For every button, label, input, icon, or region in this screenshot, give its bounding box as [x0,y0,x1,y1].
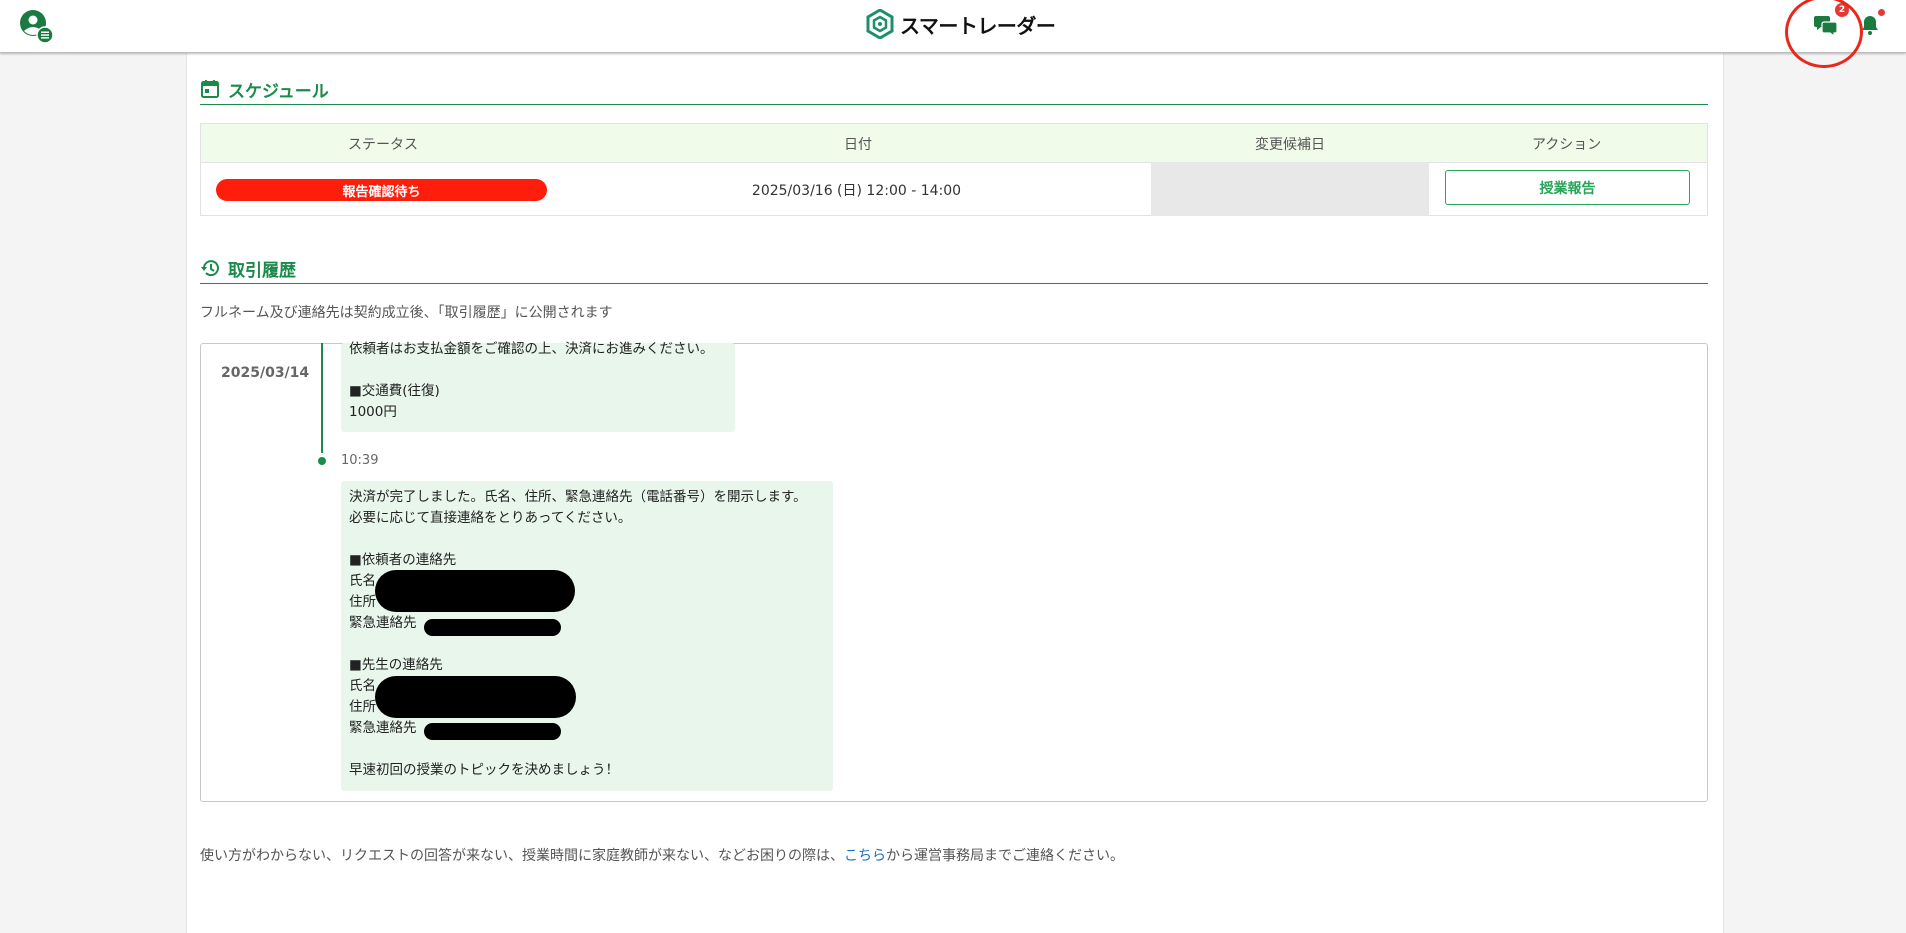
column-header-action: アクション [1532,137,1602,153]
message-line [349,634,825,655]
message-bubble: 決済が完了しました。氏名、住所、緊急連絡先（電話番号）を開示します。 必要に応じ… [341,481,833,791]
history-icon [201,260,219,277]
message-line: 緊急連絡先 [349,615,417,631]
message-line: 早速初回の授業のトピックを決めましょう！ [349,762,619,778]
history-section-header: 取引履歴 [200,253,1708,284]
help-text-prefix: 使い方がわからない、リクエストの回答が来ない、授業時間に家庭教師が来ない、などお… [200,848,844,864]
lesson-report-button[interactable]: 授業報告 [1445,170,1690,205]
message-line: 緊急連絡先 [349,720,417,736]
message-line: ■依頼者の連絡先 [349,552,457,568]
hexagon-logo-icon [866,9,894,39]
column-header-date: 日付 [844,137,872,153]
calendar-icon [201,80,219,98]
message-line: 決済が完了しました。氏名、住所、緊急連絡先（電話番号）を開示します。 [349,489,807,505]
app-logo-text: スマートレーダー [900,13,1056,38]
user-menu-icon[interactable] [18,10,54,46]
redacted-name [375,676,576,718]
message-line [349,739,825,760]
history-date: 2025/03/14 [221,365,310,381]
schedule-title: スケジュール [228,81,329,102]
message-line [349,360,727,381]
redacted-phone [424,619,561,636]
message-line: 依頼者はお支払金額をご確認の上、決済にお進みください。 [349,341,714,357]
schedule-table-header: ステータス 日付 変更候補日 アクション [201,124,1707,163]
chat-unread-badge: 2 [1835,3,1849,17]
message-line: 必要に応じて直接連絡をとりあってください。 [349,510,632,526]
bell-icon[interactable] [1858,13,1882,37]
schedule-section-header: スケジュール [200,74,1708,105]
timeline-line [321,343,323,453]
message-line: 1000円 [349,404,397,420]
column-header-candidate-date: 変更候補日 [1255,137,1325,153]
schedule-date: 2025/03/16 (日) 12:00 - 14:00 [751,183,962,199]
status-badge: 報告確認待ち [216,179,547,201]
candidate-date-cell [1151,162,1429,216]
history-note: フルネーム及び連絡先は契約成立後、「取引履歴」に公開されます [200,305,613,321]
history-title: 取引履歴 [228,260,296,281]
app-logo[interactable]: スマートレーダー [866,9,1056,39]
column-header-status: ステータス [348,137,418,153]
redacted-name [375,570,575,612]
redacted-phone [424,723,561,740]
chat-bubbles-icon[interactable] [1813,12,1839,38]
top-header: スマートレーダー 2 [0,0,1906,68]
help-text: 使い方がわからない、リクエストの回答が来ない、授業時間に家庭教師が来ない、などお… [200,845,1124,865]
help-link[interactable]: こちら [844,848,886,864]
message-line: ■交通費(往復) [349,383,440,399]
notification-dot [1878,9,1885,16]
timeline-dot [318,457,326,465]
message-line [349,529,825,550]
message-line: ■先生の連絡先 [349,657,443,673]
help-text-suffix: から運営事務局までご連絡ください。 [886,848,1124,864]
message-timestamp: 10:39 [341,453,379,468]
message-bubble: 依頼者はお支払金額をご確認の上、決済にお進みください。 ■交通費(往復) 100… [341,341,735,432]
